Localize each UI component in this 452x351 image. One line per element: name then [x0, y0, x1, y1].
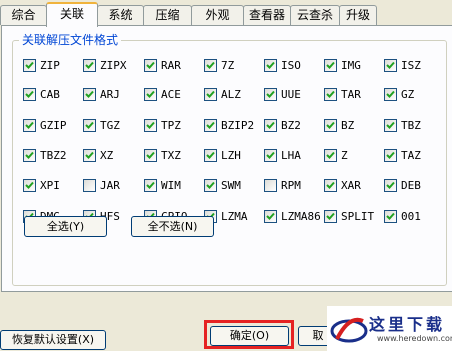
format-checkbox[interactable] [384, 210, 397, 223]
format-label: BZ [341, 119, 355, 132]
watermark-text: 这里下载 [369, 315, 446, 334]
format-label: UUE [281, 88, 301, 101]
tab-bar: 综合 关联 系统 压缩 外观 查看器 云查杀 升级 [0, 0, 452, 27]
format-label: BZ2 [281, 119, 301, 132]
format-checkbox[interactable] [23, 59, 36, 72]
format-label: TAZ [401, 149, 421, 162]
format-label: RPM [281, 179, 301, 192]
format-checkbox[interactable] [144, 149, 157, 162]
format-label: LHA [281, 149, 301, 162]
format-label: ZIP [40, 59, 60, 72]
format-label: WIM [161, 179, 181, 192]
format-label: LZH [221, 149, 241, 162]
format-checkbox[interactable] [144, 119, 157, 132]
format-label: TXZ [161, 149, 181, 162]
select-none-button[interactable]: 全不选(N) [131, 216, 214, 237]
watermark-swoosh-icon [330, 317, 368, 343]
format-checkbox[interactable] [384, 88, 397, 101]
format-label: TPZ [161, 119, 181, 132]
tab-5[interactable]: 查看器 [243, 5, 291, 25]
format-checkbox[interactable] [204, 119, 217, 132]
format-checkbox[interactable] [264, 210, 277, 223]
format-label: LZMA86 [281, 210, 321, 223]
format-label: TAR [341, 88, 361, 101]
format-checkbox[interactable] [384, 149, 397, 162]
format-label: CAB [40, 88, 60, 101]
format-checkbox[interactable] [204, 59, 217, 72]
format-label: Z [341, 149, 348, 162]
format-checkbox[interactable] [204, 88, 217, 101]
tab-1[interactable]: 关联 [46, 2, 98, 27]
format-label: ISZ [401, 59, 421, 72]
format-label: ACE [161, 88, 181, 101]
format-label: BZIP2 [221, 119, 255, 132]
format-checkbox[interactable] [324, 210, 337, 223]
format-checkbox[interactable] [23, 149, 36, 162]
format-label: TBZ2 [40, 149, 67, 162]
format-label: XZ [100, 149, 114, 162]
format-label: XAR [341, 179, 361, 192]
format-checkbox[interactable] [264, 59, 277, 72]
ok-button-highlight [204, 320, 294, 349]
tab-0[interactable]: 综合 [0, 5, 47, 25]
format-label: ZIPX [100, 59, 127, 72]
watermark-url: www.heredown.com [377, 334, 452, 343]
group-title: 关联解压文件格式 [19, 32, 122, 48]
tab-panel-association: 关联解压文件格式 ZIP ZIPX RAR 7Z ISO IMG ISZ CAB ARJ ACE A… [1, 25, 452, 292]
format-checkbox[interactable] [324, 88, 337, 101]
format-checkbox[interactable] [83, 119, 96, 132]
format-checkbox[interactable] [264, 149, 277, 162]
format-label: SPLIT [341, 210, 375, 223]
tab-6[interactable]: 云查杀 [290, 5, 340, 25]
tab-4[interactable]: 外观 [191, 5, 244, 25]
format-checkbox[interactable] [384, 179, 397, 192]
format-label: ALZ [221, 88, 241, 101]
watermark-logo: 这里下载 www.heredown.com [327, 306, 452, 351]
format-label: TBZ [401, 119, 421, 132]
format-checkbox[interactable] [264, 179, 277, 192]
format-label: TGZ [100, 119, 120, 132]
select-all-button[interactable]: 全选(Y) [24, 216, 107, 237]
tab-3[interactable]: 压缩 [143, 5, 192, 25]
format-label: 001 [401, 210, 421, 223]
format-checkbox[interactable] [324, 59, 337, 72]
format-checkbox[interactable] [144, 59, 157, 72]
format-checkbox[interactable] [144, 179, 157, 192]
format-checkbox[interactable] [384, 59, 397, 72]
format-checkbox[interactable] [83, 149, 96, 162]
format-checkbox[interactable] [23, 119, 36, 132]
format-checkbox[interactable] [324, 149, 337, 162]
format-checkbox[interactable] [324, 179, 337, 192]
tab-7[interactable]: 升级 [339, 5, 377, 25]
format-label: GZIP [40, 119, 67, 132]
format-label: IMG [341, 59, 361, 72]
format-checkbox[interactable] [384, 119, 397, 132]
format-label: LZMA [221, 210, 248, 223]
format-checkbox[interactable] [23, 179, 36, 192]
format-label: GZ [401, 88, 415, 101]
format-label: JAR [100, 179, 120, 192]
archive-format-group: 关联解压文件格式 ZIP ZIPX RAR 7Z ISO IMG ISZ CAB ARJ ACE A… [12, 32, 447, 286]
format-checkbox[interactable] [324, 119, 337, 132]
format-checkbox[interactable] [204, 149, 217, 162]
format-label: SWM [221, 179, 241, 192]
format-checkbox[interactable] [83, 179, 96, 192]
format-checkbox[interactable] [144, 88, 157, 101]
format-checkbox[interactable] [204, 179, 217, 192]
format-label: DEB [401, 179, 421, 192]
format-checkbox[interactable] [264, 88, 277, 101]
format-label: RAR [161, 59, 181, 72]
tab-2[interactable]: 系统 [97, 5, 144, 25]
format-label: 7Z [221, 59, 235, 72]
format-label: ARJ [100, 88, 120, 101]
format-checkbox[interactable] [264, 119, 277, 132]
format-checkbox[interactable] [83, 59, 96, 72]
restore-defaults-button[interactable]: 恢复默认设置(X) [0, 330, 106, 350]
format-checkbox[interactable] [83, 88, 96, 101]
format-checkbox[interactable] [23, 88, 36, 101]
format-label: XPI [40, 179, 60, 192]
format-label: ISO [281, 59, 301, 72]
